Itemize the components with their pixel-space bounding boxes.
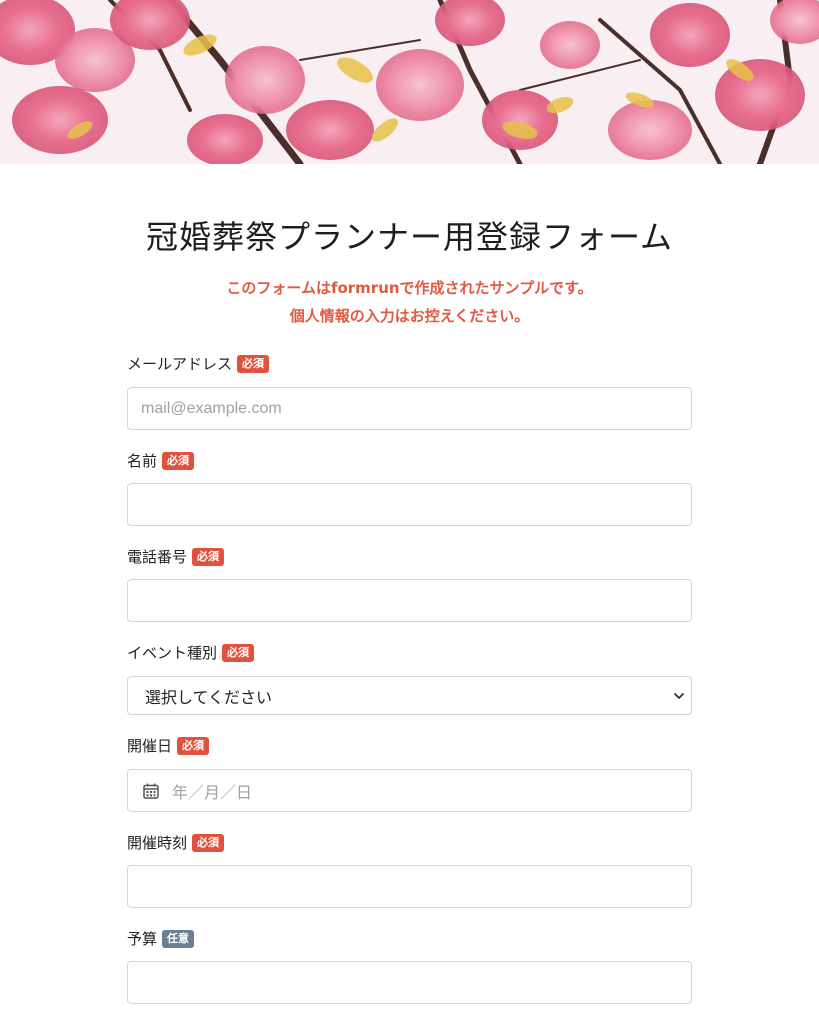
event-type-select[interactable]: 選択してください [127, 676, 692, 715]
notice-line-2: 個人情報の入力はお控えください。 [289, 307, 530, 325]
name-label: 名前 必須 [127, 450, 195, 471]
phone-label: 電話番号 必須 [127, 546, 225, 567]
page-title: 冠婚葬祭プランナー用登録フォーム [145, 218, 674, 256]
required-badge: 必須 [162, 451, 195, 470]
event-date-placeholder: 年／月／日 [172, 784, 253, 802]
required-badge: 必須 [177, 736, 210, 755]
event-date-label: 開催日 必須 [127, 735, 210, 756]
phone-field[interactable] [127, 579, 692, 622]
email-label-text: メールアドレス [127, 355, 233, 373]
required-badge: 必須 [237, 354, 270, 373]
email-field[interactable]: mail@example.com [127, 387, 692, 430]
required-badge: 必須 [222, 643, 255, 662]
calendar-icon [143, 783, 159, 799]
required-badge: 必須 [192, 547, 225, 566]
notice-line-1: このフォームはformrunで作成されたサンプルです。 [226, 279, 593, 297]
event-date-label-text: 開催日 [127, 737, 173, 755]
event-type-selected-value: 選択してください [145, 689, 273, 707]
name-field[interactable] [127, 483, 692, 526]
sample-notice: このフォームはformrunで作成されたサンプルです。 個人情報の入力はお控えく… [0, 274, 819, 330]
chevron-down-icon [674, 692, 684, 699]
event-type-label: イベント種別 必須 [127, 642, 255, 663]
optional-badge: 任意 [162, 929, 195, 948]
event-type-label-text: イベント種別 [127, 644, 218, 662]
name-label-text: 名前 [127, 452, 158, 470]
budget-label-text: 予算 [127, 930, 158, 948]
phone-label-text: 電話番号 [127, 548, 188, 566]
budget-field[interactable] [127, 961, 692, 1004]
email-label: メールアドレス 必須 [127, 353, 270, 374]
event-date-field[interactable]: 年／月／日 [127, 769, 692, 812]
budget-label: 予算 任意 [127, 928, 195, 949]
required-badge: 必須 [192, 833, 225, 852]
event-time-label-text: 開催時刻 [127, 834, 188, 852]
email-placeholder: mail@example.com [141, 399, 282, 417]
event-time-field[interactable] [127, 865, 692, 908]
event-time-label: 開催時刻 必須 [127, 832, 225, 853]
header-image-cherry-blossoms [0, 0, 819, 164]
